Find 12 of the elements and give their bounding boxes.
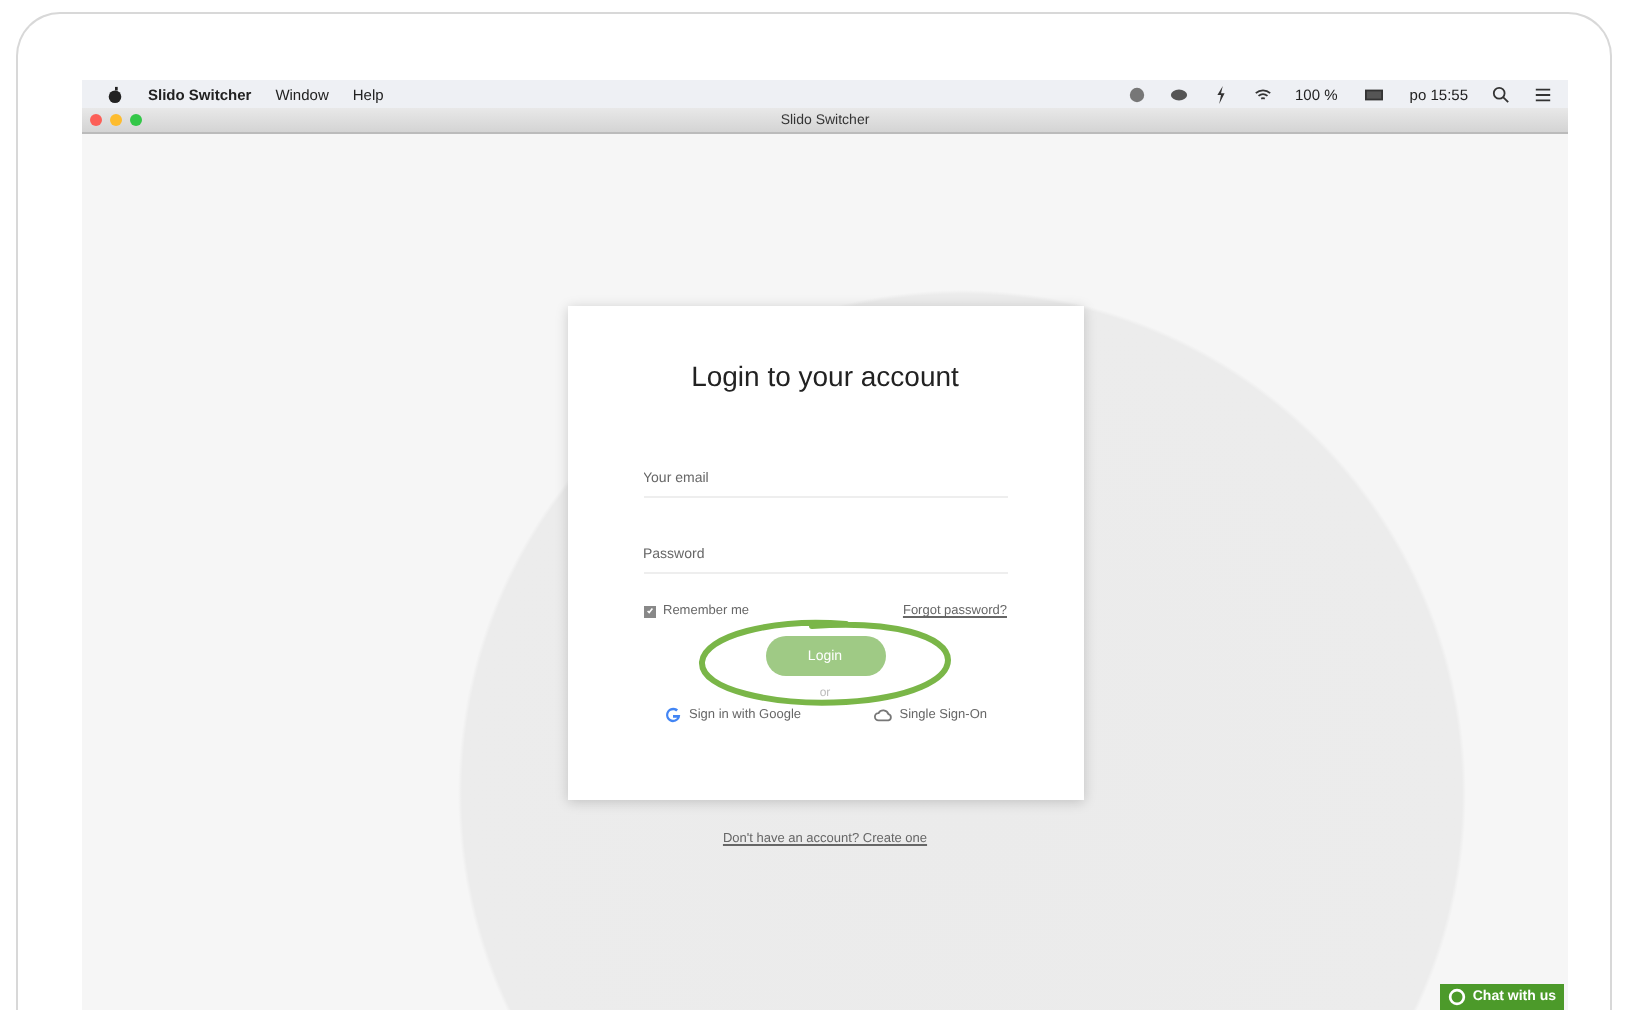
google-icon [663,706,681,724]
close-button[interactable] [90,114,102,126]
wifi-icon [1253,85,1272,103]
login-title: Login to your account [689,360,961,392]
zoom-button[interactable] [130,114,142,126]
checkmark-icon [645,606,653,616]
battery-icon [1361,85,1386,103]
list-icon [1534,85,1552,103]
cloud-icon [873,706,892,724]
minimize-button[interactable] [110,114,122,126]
search-icon [1492,85,1510,103]
remember-checkbox[interactable] [643,605,655,617]
